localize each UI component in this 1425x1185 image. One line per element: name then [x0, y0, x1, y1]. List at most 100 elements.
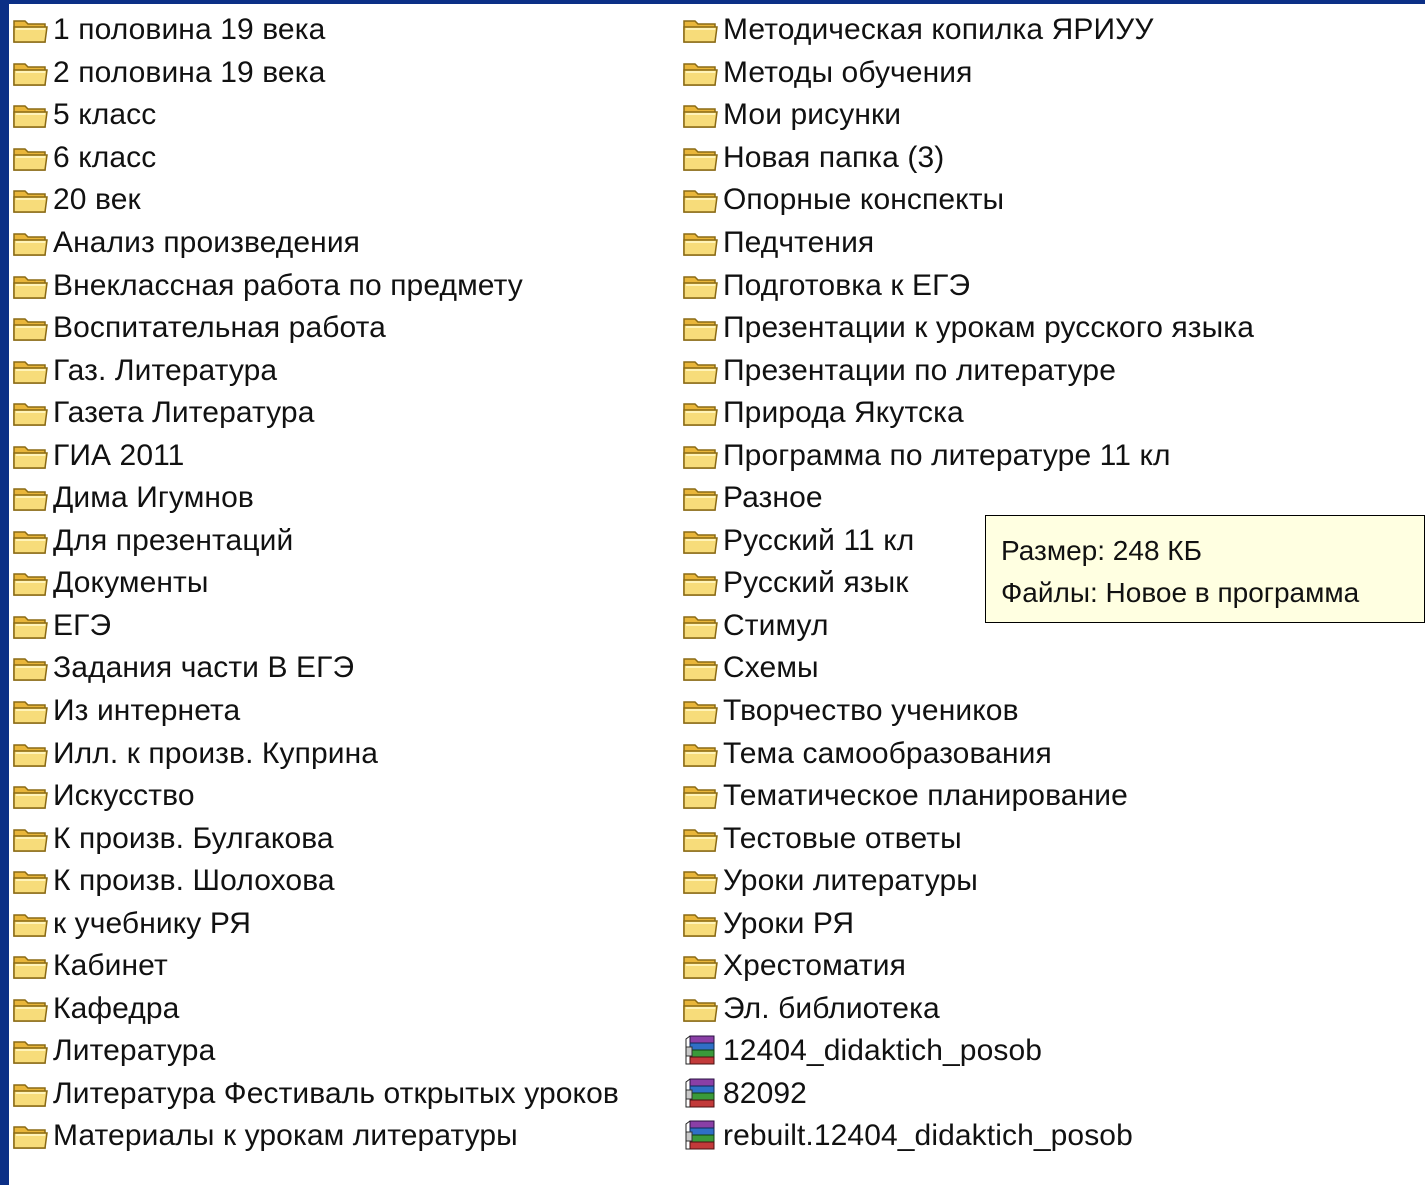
folder-icon — [681, 567, 721, 599]
left-item[interactable]: Задания части В ЕГЭ — [11, 647, 619, 690]
left-item-label: Для презентаций — [53, 523, 294, 557]
left-item-label: К произв. Булгакова — [53, 821, 334, 855]
right-item-label: Тестовые ответы — [723, 821, 962, 855]
left-item[interactable]: ГИА 2011 — [11, 434, 619, 477]
right-item[interactable]: Методическая копилка ЯРИУУ — [681, 9, 1254, 52]
left-item[interactable]: 6 класс — [11, 137, 619, 180]
right-item[interactable]: Тематическое планирование — [681, 775, 1254, 818]
left-item[interactable]: 2 половина 19 века — [11, 52, 619, 95]
left-item[interactable]: Литература — [11, 1030, 619, 1073]
folder-icon — [681, 865, 721, 897]
right-item-label: 12404_didaktich_posob — [723, 1034, 1043, 1068]
folder-icon — [681, 227, 721, 259]
folder-icon — [11, 482, 51, 514]
left-item[interactable]: Литература Фестиваль открытых уроков — [11, 1073, 619, 1116]
folder-icon — [681, 482, 721, 514]
left-item-label: Из интернета — [53, 694, 241, 728]
left-item-label: Дима Игумнов — [53, 481, 254, 515]
left-item[interactable]: Материалы к урокам литературы — [11, 1115, 619, 1158]
folder-icon — [11, 908, 51, 940]
right-item[interactable]: Опорные конспекты — [681, 179, 1254, 222]
left-item[interactable]: К произв. Булгакова — [11, 817, 619, 860]
right-item[interactable]: Методы обучения — [681, 52, 1254, 95]
right-item-label: Хрестоматия — [723, 949, 906, 983]
right-item[interactable]: Педчтения — [681, 222, 1254, 265]
left-item[interactable]: 5 класс — [11, 94, 619, 137]
left-item[interactable]: Документы — [11, 562, 619, 605]
folder-icon — [681, 950, 721, 982]
right-item[interactable]: Тестовые ответы — [681, 817, 1254, 860]
left-item[interactable]: к учебнику РЯ — [11, 902, 619, 945]
tooltip-files-line: Файлы: Новое в программа — [1001, 577, 1360, 608]
folder-icon — [11, 14, 51, 46]
right-item-label: Тема самообразования — [723, 736, 1052, 770]
folder-icon — [11, 950, 51, 982]
folder-icon — [11, 142, 51, 174]
left-item[interactable]: Для презентаций — [11, 520, 619, 563]
folder-icon — [11, 993, 51, 1025]
left-item[interactable]: Газета Литература — [11, 392, 619, 435]
right-item[interactable]: Уроки РЯ — [681, 902, 1254, 945]
right-item-label: Русский язык — [723, 566, 909, 600]
left-item[interactable]: Внеклассная работа по предмету — [11, 264, 619, 307]
right-item[interactable]: Эл. библиотека — [681, 988, 1254, 1031]
right-item[interactable]: Презентации к урокам русского языка — [681, 307, 1254, 350]
right-item[interactable]: Тема самообразования — [681, 732, 1254, 775]
archive-icon — [681, 1078, 721, 1110]
left-item[interactable]: Искусство — [11, 775, 619, 818]
folder-icon — [11, 99, 51, 131]
right-item-label: Схемы — [723, 651, 819, 685]
right-item-label: Тематическое планирование — [723, 779, 1128, 813]
left-item[interactable]: 1 половина 19 века — [11, 9, 619, 52]
left-item[interactable]: Газ. Литература — [11, 349, 619, 392]
folder-icon — [681, 440, 721, 472]
right-item[interactable]: Презентации по литературе — [681, 349, 1254, 392]
left-item-label: Газета Литература — [53, 396, 315, 430]
left-item[interactable]: Кабинет — [11, 945, 619, 988]
left-item-label: Документы — [53, 566, 209, 600]
right-item[interactable]: Уроки литературы — [681, 860, 1254, 903]
left-item-label: К произв. Шолохова — [53, 864, 335, 898]
left-item-label: 2 половина 19 века — [53, 55, 326, 89]
left-item-label: Илл. к произв. Куприна — [53, 736, 379, 770]
folder-icon — [681, 738, 721, 770]
left-item[interactable]: Кафедра — [11, 988, 619, 1031]
left-item-label: 1 половина 19 века — [53, 13, 326, 47]
right-item[interactable]: Подготовка к ЕГЭ — [681, 264, 1254, 307]
right-item[interactable]: Хрестоматия — [681, 945, 1254, 988]
left-item[interactable]: Дима Игумнов — [11, 477, 619, 520]
right-item[interactable]: rebuilt.12404_didaktich_posob — [681, 1115, 1254, 1158]
right-item[interactable]: Программа по литературе 11 кл — [681, 434, 1254, 477]
right-item-label: Эл. библиотека — [723, 991, 940, 1025]
right-item[interactable]: Разное — [681, 477, 1254, 520]
left-item[interactable]: К произв. Шолохова — [11, 860, 619, 903]
folder-icon — [11, 1035, 51, 1067]
left-item[interactable]: 20 век — [11, 179, 619, 222]
folder-icon — [681, 397, 721, 429]
folder-icon — [11, 567, 51, 599]
left-item[interactable]: Илл. к произв. Куприна — [11, 732, 619, 775]
left-item-label: Литература Фестиваль открытых уроков — [53, 1076, 619, 1110]
right-item[interactable]: Схемы — [681, 647, 1254, 690]
right-item[interactable]: Природа Якутска — [681, 392, 1254, 435]
right-item-label: Презентации к урокам русского языка — [723, 311, 1254, 345]
left-item[interactable]: ЕГЭ — [11, 605, 619, 648]
folder-icon — [681, 14, 721, 46]
right-item[interactable]: Новая папка (3) — [681, 137, 1254, 180]
right-item-label: Подготовка к ЕГЭ — [723, 268, 971, 302]
folder-icon — [11, 738, 51, 770]
right-item[interactable]: 82092 — [681, 1073, 1254, 1116]
folder-icon — [11, 610, 51, 642]
right-item-label: Программа по литературе 11 кл — [723, 438, 1171, 472]
left-item[interactable]: Анализ произведения — [11, 222, 619, 265]
right-item-label: Опорные конспекты — [723, 183, 1005, 217]
left-item-label: 20 век — [53, 183, 141, 217]
folder-icon — [681, 823, 721, 855]
folder-icon — [11, 312, 51, 344]
right-item-label: Презентации по литературе — [723, 353, 1116, 387]
right-item[interactable]: 12404_didaktich_posob — [681, 1030, 1254, 1073]
right-item[interactable]: Мои рисунки — [681, 94, 1254, 137]
left-item[interactable]: Из интернета — [11, 690, 619, 733]
right-item[interactable]: Творчество учеников — [681, 690, 1254, 733]
left-item[interactable]: Воспитательная работа — [11, 307, 619, 350]
